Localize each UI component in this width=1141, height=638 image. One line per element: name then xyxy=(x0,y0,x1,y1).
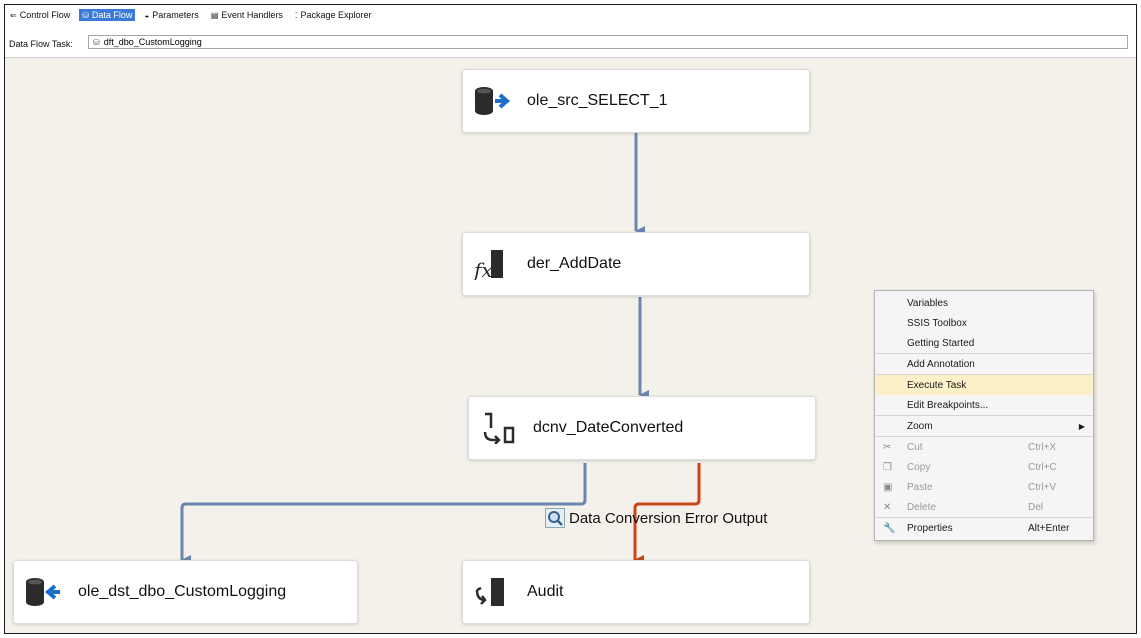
node-label: der_AddDate xyxy=(527,255,622,272)
copy-icon: ❐ xyxy=(883,461,892,473)
path-convert-to-destination[interactable] xyxy=(180,463,587,565)
node-audit[interactable]: Audit xyxy=(462,560,810,624)
error-output-annotation[interactable]: Data Conversion Error Output xyxy=(545,508,767,528)
menu-item-ssis-toolbox[interactable]: SSIS Toolbox xyxy=(875,313,1093,333)
node-ole-src[interactable]: ole_src_SELECT_1 xyxy=(462,69,810,133)
data-conversion-icon xyxy=(479,412,519,445)
context-menu: Variables SSIS Toolbox Getting Started A… xyxy=(874,290,1094,541)
menu-item-edit-breakpoints[interactable]: Edit Breakpoints... xyxy=(875,395,1093,416)
audit-icon xyxy=(473,576,513,608)
svg-text:fx: fx xyxy=(473,258,493,280)
paste-icon: ▣ xyxy=(883,481,893,493)
menu-item-copy[interactable]: ❐ Copy Ctrl+C xyxy=(875,457,1093,477)
derived-column-icon: fx xyxy=(472,248,513,282)
node-data-conversion[interactable]: dcnv_DateConverted xyxy=(468,396,816,460)
menu-item-execute-task[interactable]: Execute Task xyxy=(875,375,1093,395)
magnifier-icon[interactable] xyxy=(545,508,565,528)
menu-item-getting-started[interactable]: Getting Started xyxy=(875,333,1093,354)
wrench-icon: 🔧 xyxy=(883,522,896,534)
menu-item-zoom[interactable]: Zoom ▶ xyxy=(875,416,1093,437)
error-output-label: Data Conversion Error Output xyxy=(569,509,768,527)
ole-db-source-icon xyxy=(473,85,513,117)
node-label: Audit xyxy=(527,583,564,600)
node-ole-dst[interactable]: ole_dst_dbo_CustomLogging xyxy=(13,560,358,624)
node-derived-column[interactable]: fx der_AddDate xyxy=(462,232,810,296)
submenu-arrow-icon: ▶ xyxy=(1078,421,1085,431)
menu-item-properties[interactable]: 🔧 Properties Alt+Enter xyxy=(875,518,1093,538)
node-label: dcnv_DateConverted xyxy=(533,419,684,436)
ole-db-destination-icon xyxy=(24,576,64,608)
menu-item-delete[interactable]: ✕ Delete Del xyxy=(875,497,1093,518)
node-label: ole_dst_dbo_CustomLogging xyxy=(78,583,287,600)
package-designer: ⇐ Control Flow ⛁ Data Flow ◒ Parameters ▤ Ev… xyxy=(4,4,1137,634)
delete-icon: ✕ xyxy=(883,501,892,513)
node-label: ole_src_SELECT_1 xyxy=(527,92,668,109)
menu-item-cut[interactable]: ✂ Cut Ctrl+X xyxy=(875,437,1093,457)
menu-item-variables[interactable]: Variables xyxy=(875,293,1093,313)
cut-icon: ✂ xyxy=(883,441,892,453)
menu-item-paste[interactable]: ▣ Paste Ctrl+V xyxy=(875,477,1093,497)
menu-item-add-annotation[interactable]: Add Annotation xyxy=(875,354,1093,375)
